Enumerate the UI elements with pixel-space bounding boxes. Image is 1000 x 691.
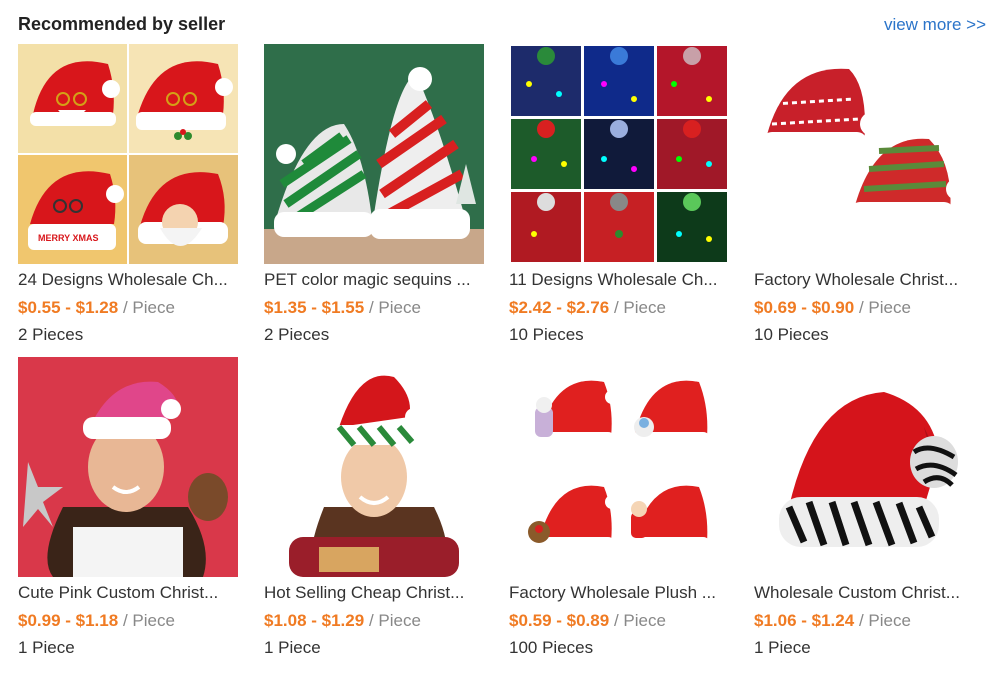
product-image[interactable] (264, 44, 484, 264)
product-image[interactable] (509, 44, 729, 264)
striped-hat-model-icon (264, 357, 484, 577)
view-more-link[interactable]: view more >> (884, 15, 986, 35)
product-price: $0.59 - $0.89 (509, 611, 610, 630)
min-order: 10 Pieces (509, 325, 584, 344)
price-unit: / Piece (368, 611, 421, 630)
product-title[interactable]: Wholesale Custom Christ... (754, 583, 972, 603)
product-title[interactable]: Cute Pink Custom Christ... (18, 583, 236, 603)
product-price: $0.55 - $1.28 (18, 298, 119, 317)
price-line: $1.08 - $1.29 / Piece (264, 611, 421, 631)
product-title[interactable]: PET color magic sequins ... (264, 270, 482, 290)
price-line: $0.99 - $1.18 / Piece (18, 611, 175, 631)
price-unit: / Piece (122, 611, 175, 630)
price-line: $2.42 - $2.76 / Piece (509, 298, 666, 318)
led-beanies-grid-icon (509, 44, 729, 264)
product-image[interactable] (754, 44, 974, 264)
product-title[interactable]: Factory Wholesale Plush ... (509, 583, 727, 603)
price-unit: / Piece (122, 298, 175, 317)
knit-hats-icon (754, 44, 974, 264)
product-image[interactable] (509, 357, 729, 577)
product-image[interactable] (18, 357, 238, 577)
product-price: $1.35 - $1.55 (264, 298, 365, 317)
min-order: 100 Pieces (509, 638, 594, 657)
product-image[interactable] (754, 357, 974, 577)
product-title[interactable]: 11 Designs Wholesale Ch... (509, 270, 727, 290)
pink-hat-model-icon (18, 357, 238, 577)
plush-hats-set-icon (509, 357, 729, 577)
price-unit: / Piece (613, 298, 666, 317)
product-price: $0.69 - $0.90 (754, 298, 855, 317)
santa-hat-collage-icon: MERRY XMAS (18, 44, 238, 264)
price-line: $1.06 - $1.24 / Piece (754, 611, 911, 631)
price-line: $1.35 - $1.55 / Piece (264, 298, 421, 318)
price-unit: / Piece (368, 298, 421, 317)
product-title[interactable]: Hot Selling Cheap Christ... (264, 583, 482, 603)
price-line: $0.69 - $0.90 / Piece (754, 298, 911, 318)
product-price: $1.06 - $1.24 (754, 611, 855, 630)
price-unit: / Piece (613, 611, 666, 630)
product-image[interactable] (264, 357, 484, 577)
section-title: Recommended by seller (18, 14, 226, 34)
sequin-hats-icon (264, 44, 484, 264)
price-unit: / Piece (858, 611, 911, 630)
min-order: 2 Pieces (264, 325, 330, 344)
product-title[interactable]: Factory Wholesale Christ... (754, 270, 972, 290)
product-image[interactable]: MERRY XMAS (18, 44, 238, 264)
product-price: $1.08 - $1.29 (264, 611, 365, 630)
product-title[interactable]: 24 Designs Wholesale Ch... (18, 270, 236, 290)
zebra-trim-hat-icon (754, 357, 974, 577)
product-price: $2.42 - $2.76 (509, 298, 610, 317)
price-unit: / Piece (858, 298, 911, 317)
min-order: 2 Pieces (18, 325, 84, 344)
price-line: $0.55 - $1.28 / Piece (18, 298, 175, 318)
product-price: $0.99 - $1.18 (18, 611, 119, 630)
price-line: $0.59 - $0.89 / Piece (509, 611, 666, 631)
min-order: 1 Piece (754, 638, 811, 657)
min-order: 10 Pieces (754, 325, 829, 344)
svg-text:MERRY XMAS: MERRY XMAS (38, 233, 99, 243)
min-order: 1 Piece (18, 638, 75, 657)
min-order: 1 Piece (264, 638, 321, 657)
